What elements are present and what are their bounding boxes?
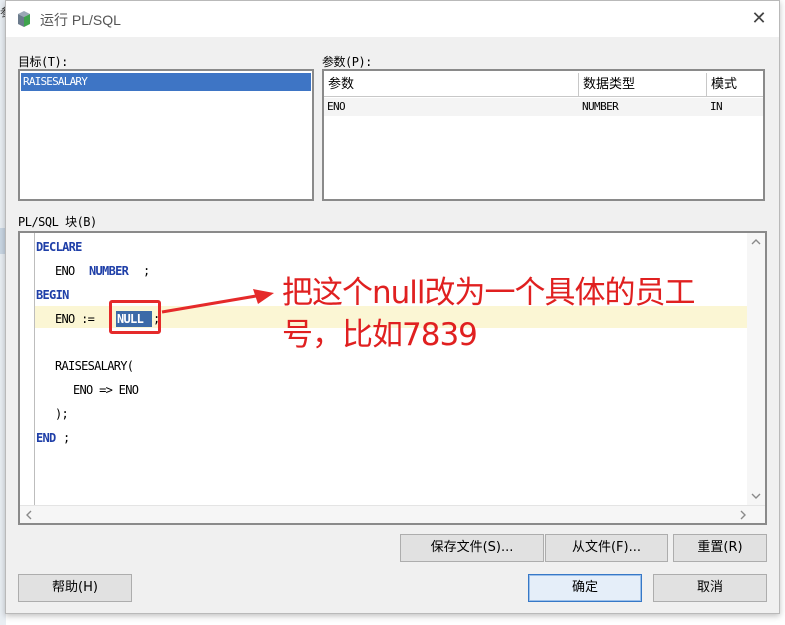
- code-arg: ENO => ENO: [73, 383, 139, 397]
- plsql-run-icon: [18, 11, 30, 27]
- table-row[interactable]: [324, 98, 763, 116]
- params-label: 参数(P):: [322, 55, 372, 69]
- help-button[interactable]: 帮助(H): [18, 574, 132, 602]
- annotation-arrow-icon: [161, 289, 274, 314]
- plsql-block-label: PL/SQL 块(B): [18, 215, 97, 229]
- editor-gutter: [34, 233, 35, 505]
- code-semicolon: ;: [63, 431, 70, 445]
- target-item-raisesalary[interactable]: RAISESALARY: [21, 73, 311, 91]
- dialog-title: 运行 PL/SQL: [40, 12, 121, 28]
- code-end: END: [36, 431, 56, 445]
- cancel-button[interactable]: 取消: [653, 574, 767, 602]
- title-bar[interactable]: 运行 PL/SQL ✕: [6, 1, 779, 37]
- param-name-cell[interactable]: ENO: [324, 98, 346, 116]
- target-list[interactable]: RAISESALARY: [18, 69, 314, 201]
- annotation-highlight-box: [109, 300, 161, 334]
- reset-button[interactable]: 重置(R): [673, 534, 767, 562]
- code-assign: ENO :=: [55, 312, 101, 326]
- params-header-datatype[interactable]: 数据类型: [579, 73, 707, 97]
- code-number-type: NUMBER: [89, 264, 129, 278]
- code-eno-ident: ENO: [55, 264, 82, 278]
- param-type-cell[interactable]: NUMBER: [579, 98, 619, 116]
- param-mode-cell[interactable]: IN: [707, 98, 723, 116]
- params-header-param[interactable]: 参数: [324, 73, 579, 97]
- save-file-button[interactable]: 保存文件(S)...: [400, 534, 544, 562]
- params-table: 参数 数据类型 模式 ENO NUMBER IN: [322, 69, 765, 201]
- code-declare: DECLARE: [36, 240, 82, 254]
- chevron-up-icon[interactable]: [749, 235, 763, 249]
- params-header-mode[interactable]: 模式: [707, 73, 763, 97]
- chevron-right-icon[interactable]: [736, 508, 750, 522]
- close-icon[interactable]: ✕: [750, 10, 768, 28]
- code-semicolon: ;: [143, 264, 150, 278]
- code-close-paren: );: [55, 407, 69, 421]
- ok-button[interactable]: 确定: [528, 574, 642, 602]
- chevron-left-icon[interactable]: [22, 508, 36, 522]
- code-begin: BEGIN: [36, 288, 69, 302]
- target-label: 目标(T):: [18, 55, 68, 69]
- annotation-text: 把这个null改为一个具体的员工号，比如7839: [282, 275, 696, 353]
- from-file-button[interactable]: 从文件(F)...: [545, 534, 668, 562]
- code-call: RAISESALARY(: [55, 359, 134, 373]
- chevron-down-icon[interactable]: [749, 489, 763, 503]
- horizontal-scrollbar[interactable]: [20, 505, 765, 523]
